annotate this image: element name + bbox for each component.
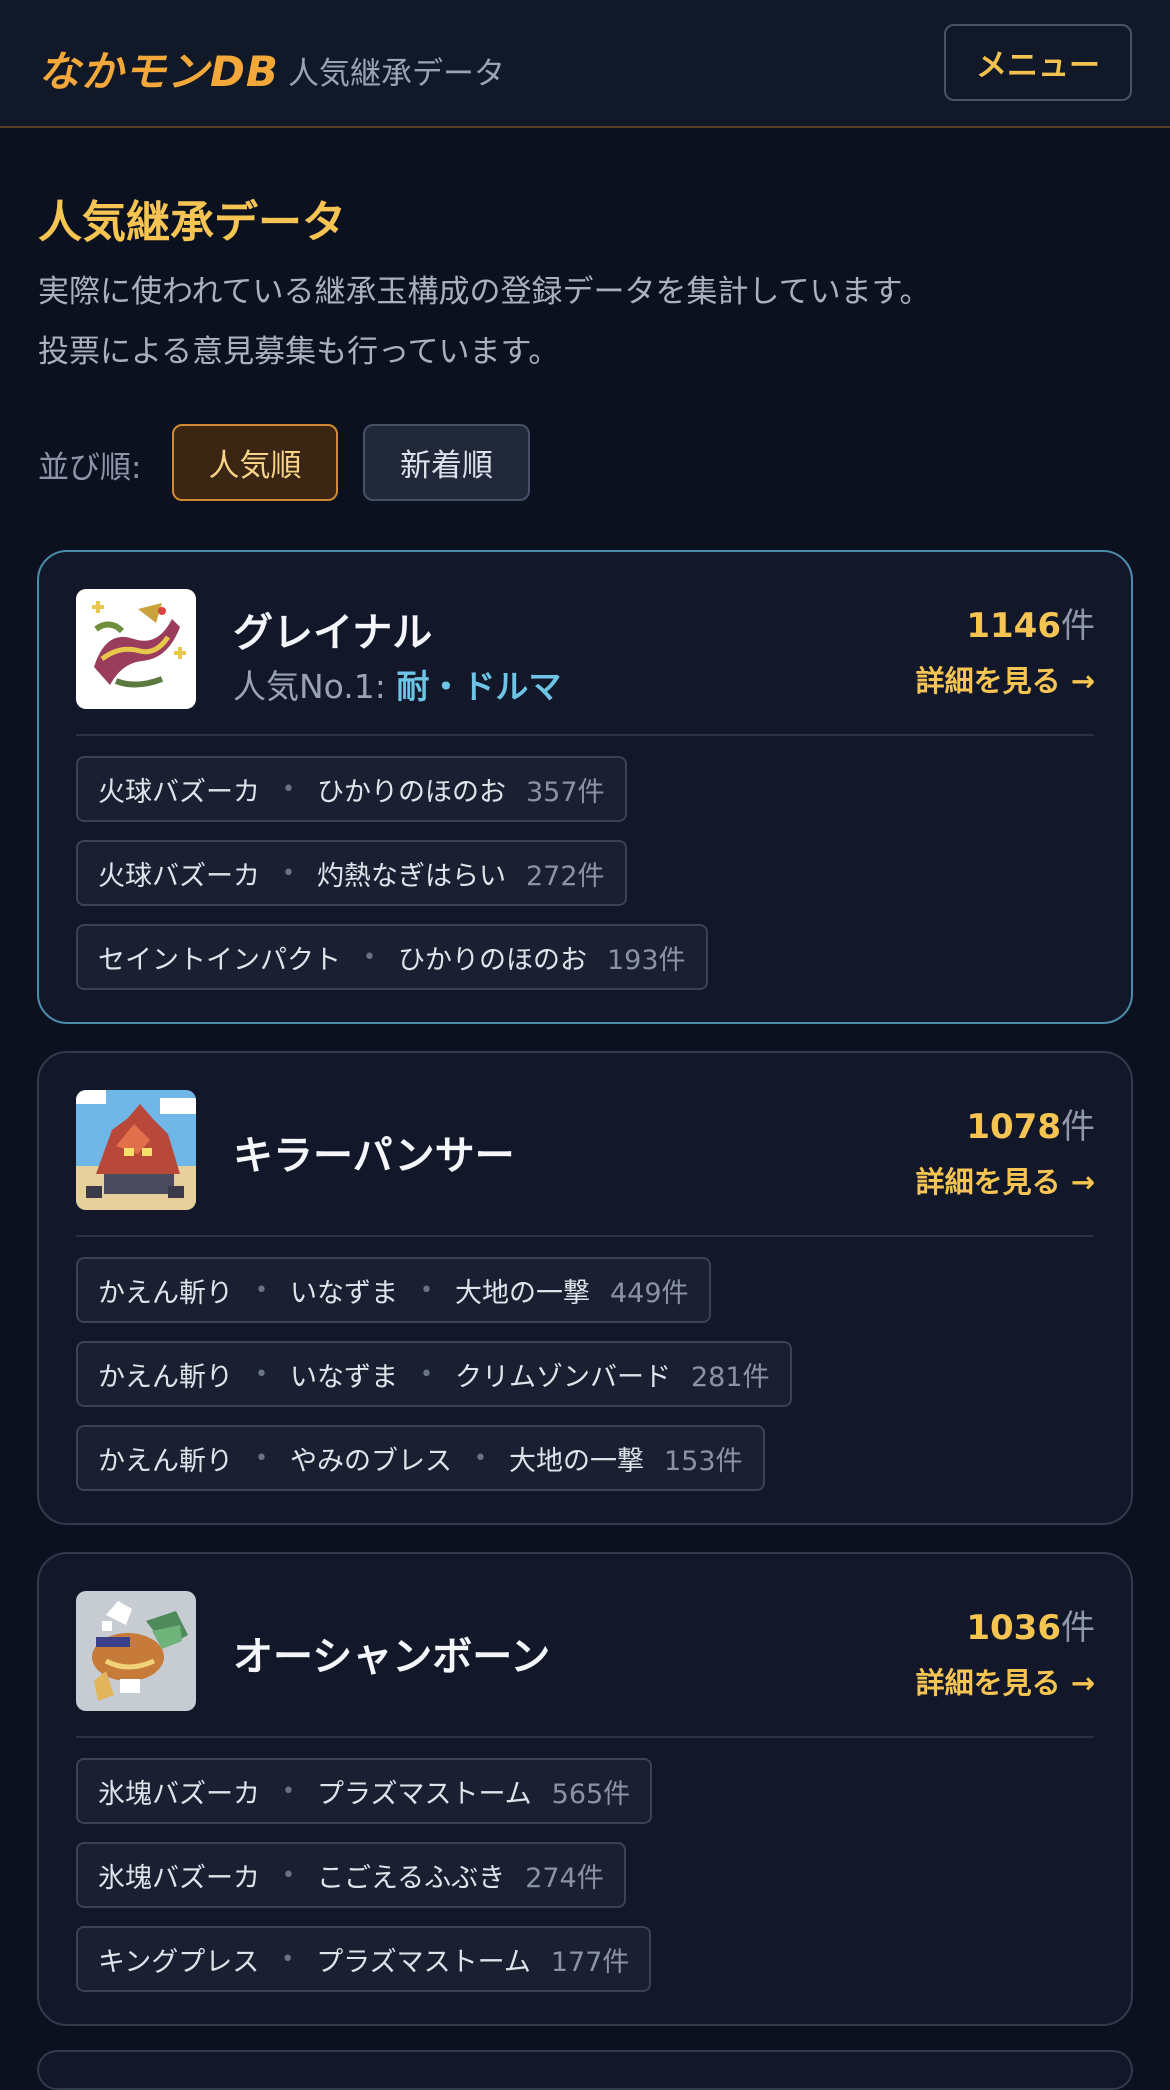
count-unit: 件 xyxy=(1061,1608,1095,1648)
view-details-link[interactable]: 詳細を見る → xyxy=(916,1660,1095,1702)
separator-dot: • xyxy=(473,1445,487,1471)
divider xyxy=(76,734,1094,736)
separator-dot: • xyxy=(282,860,295,886)
app-header: なかモンDB 人気継承データ メニュー xyxy=(0,0,1170,128)
registration-count: 1146件 xyxy=(966,598,1095,647)
monster-name: オーシャンボーン xyxy=(233,1634,551,1680)
combo-count: 357件 xyxy=(525,776,605,808)
page-description: 実際に使われている継承玉構成の登録データを集計しています。 投票による意見募集も… xyxy=(38,262,1128,382)
separator-dot: • xyxy=(281,1946,295,1972)
combo-chip[interactable]: 火球バズーカ • 灼熱なぎはらい 272件 xyxy=(76,840,627,906)
skill-name: 火球バズーカ xyxy=(98,860,260,892)
separator-dot: • xyxy=(282,1862,295,1888)
skill-name: ひかりのほのお xyxy=(316,776,506,808)
combo-chip[interactable]: かえん斬り • いなずま • 大地の一撃 449件 xyxy=(76,1257,711,1323)
combo-chip[interactable]: 氷塊バズーカ • プラズマストーム 565件 xyxy=(76,1758,653,1824)
site-logo[interactable]: なかモンDB xyxy=(38,38,279,99)
skill-name: ひかりのほのお xyxy=(397,944,587,976)
skill-name: 大地の一撃 xyxy=(454,1277,590,1309)
combo-chip[interactable]: セイントインパクト • ひかりのほのお 193件 xyxy=(76,924,708,990)
combo-count: 153件 xyxy=(663,1445,743,1477)
divider xyxy=(76,1235,1094,1237)
sort-popular-button[interactable]: 人気順 xyxy=(172,424,338,501)
skill-name: セイントインパクト xyxy=(98,944,341,976)
monster-name: キラーパンサー xyxy=(233,1133,515,1179)
combo-count: 274件 xyxy=(525,1862,604,1894)
combo-chip[interactable]: かえん斬り • やみのブレス • 大地の一撃 153件 xyxy=(76,1425,765,1491)
count-unit: 件 xyxy=(1061,606,1095,646)
skill-name: 灼熱なぎはらい xyxy=(316,860,506,892)
page-title: 人気継承データ xyxy=(38,197,346,248)
combo-chip[interactable]: 氷塊バズーカ • こごえるふぶき 274件 xyxy=(76,1842,626,1908)
skill-name: こごえるふぶき xyxy=(316,1862,506,1894)
monster-card-partial[interactable] xyxy=(37,2050,1133,2090)
monster-thumbnail xyxy=(76,589,196,709)
skill-name: 氷塊バズーカ xyxy=(98,1778,260,1810)
count-unit: 件 xyxy=(1061,1107,1095,1147)
count-value: 1078 xyxy=(966,1107,1061,1147)
separator-dot: • xyxy=(282,1778,295,1804)
description-line: 投票による意見募集も行っています。 xyxy=(38,334,560,370)
separator-dot: • xyxy=(255,1445,268,1471)
registration-count: 1078件 xyxy=(966,1099,1095,1148)
skill-name: クリムゾンバード xyxy=(454,1361,671,1393)
skill-name: いなずま xyxy=(289,1361,398,1393)
description-line: 実際に使われている継承玉構成の登録データを集計しています。 xyxy=(38,274,931,310)
combo-count: 565件 xyxy=(551,1778,631,1810)
popular-rank: 人気No.1: 耐・ドルマ xyxy=(233,660,561,708)
menu-button[interactable]: メニュー xyxy=(944,24,1132,101)
view-details-link[interactable]: 詳細を見る → xyxy=(916,1159,1095,1201)
popular-rank-prefix: 人気No.1: xyxy=(233,667,397,706)
combo-count: 272件 xyxy=(525,860,605,892)
skill-name: やみのブレス xyxy=(289,1445,452,1477)
skill-name: かえん斬り xyxy=(98,1277,233,1309)
separator-dot: • xyxy=(255,1277,268,1303)
count-value: 1036 xyxy=(966,1608,1061,1648)
divider xyxy=(76,1736,1094,1738)
skill-name: かえん斬り xyxy=(98,1445,233,1477)
registration-count: 1036件 xyxy=(966,1600,1095,1649)
combo-chip[interactable]: かえん斬り • いなずま • クリムゾンバード 281件 xyxy=(76,1341,792,1407)
count-value: 1146 xyxy=(966,606,1061,646)
monster-name: グレイナル xyxy=(233,610,433,656)
separator-dot: • xyxy=(419,1277,433,1303)
skill-name: いなずま xyxy=(289,1277,398,1309)
skill-name: プラズマストーム xyxy=(316,1778,532,1810)
skill-name: 大地の一撃 xyxy=(508,1445,644,1477)
combo-count: 193件 xyxy=(606,944,686,976)
skill-name: 氷塊バズーカ xyxy=(98,1862,260,1894)
skill-name: キングプレス xyxy=(98,1946,260,1978)
combo-chip[interactable]: 火球バズーカ • ひかりのほのお 357件 xyxy=(76,756,627,822)
skill-name: 火球バズーカ xyxy=(98,776,260,808)
monster-card[interactable]: キラーパンサー 1078件 詳細を見る → かえん斬り • いなずま • 大地の… xyxy=(37,1051,1133,1525)
combo-chip[interactable]: キングプレス • プラズマストーム 177件 xyxy=(76,1926,652,1992)
separator-dot: • xyxy=(419,1361,433,1387)
monster-card[interactable]: オーシャンボーン 1036件 詳細を見る → 氷塊バズーカ • プラズマストーム… xyxy=(37,1552,1133,2026)
skill-name: プラズマストーム xyxy=(316,1946,531,1978)
separator-dot: • xyxy=(363,944,376,970)
header-subtitle: 人気継承データ xyxy=(288,56,505,92)
combo-count: 449件 xyxy=(609,1277,689,1309)
view-details-link[interactable]: 詳細を見る → xyxy=(916,658,1095,700)
popular-rank-value: 耐・ドルマ xyxy=(396,667,562,706)
combo-count: 177件 xyxy=(550,1946,630,1978)
monster-thumbnail xyxy=(76,1090,196,1210)
skill-name: かえん斬り xyxy=(98,1361,233,1393)
sort-newest-button[interactable]: 新着順 xyxy=(363,424,530,501)
sort-label: 並び順: xyxy=(38,450,142,486)
separator-dot: • xyxy=(282,776,295,802)
combo-count: 281件 xyxy=(690,1361,770,1393)
separator-dot: • xyxy=(255,1361,268,1387)
monster-card[interactable]: グレイナル 人気No.1: 耐・ドルマ 1146件 詳細を見る → 火球バズーカ… xyxy=(37,550,1133,1024)
monster-thumbnail xyxy=(76,1591,196,1711)
